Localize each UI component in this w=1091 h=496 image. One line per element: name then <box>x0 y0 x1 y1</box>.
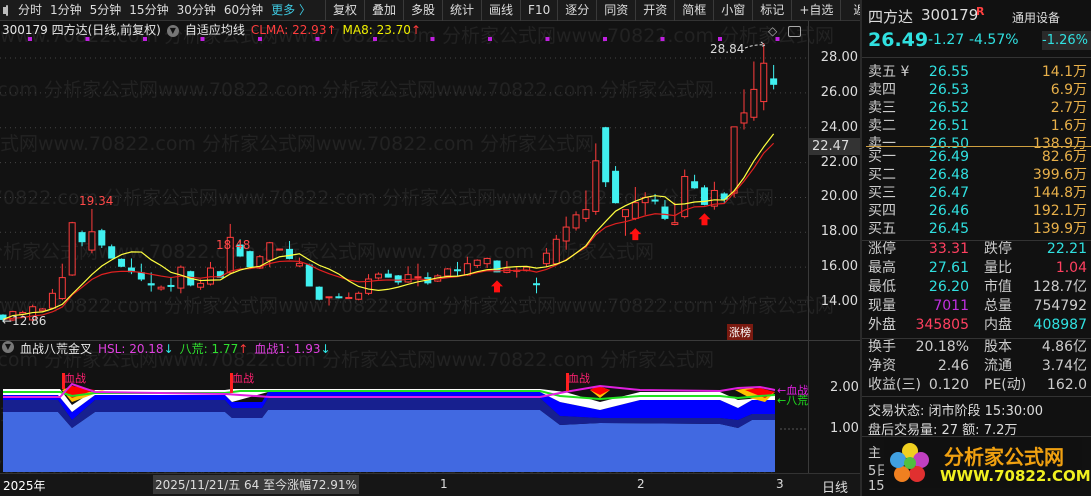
signal-label: 血战 <box>64 372 86 385</box>
indicator-tick: 2.00 <box>830 380 859 395</box>
stat-row: 现量 7011 总量 754792 <box>868 298 1087 314</box>
last-price: 26.49 <box>868 29 929 51</box>
cursor-date-info: 2025/11/21/五 64 至今涨幅72.91% <box>153 475 359 494</box>
stat-row: 收益(三) 0.120 PE(动) 162.0 <box>868 377 1087 393</box>
logo-title: 分析家公式网 <box>944 445 1064 469</box>
stat-row: 换手 20.18% 股本 4.86亿 <box>868 339 1087 355</box>
sector-name[interactable]: 通用设备 <box>1012 9 1060 26</box>
quote-panel: 四方达 300179 R 通用设备 26.49 -1.27 -4.57% -1.… <box>862 0 1091 496</box>
month-label: 3 <box>776 477 784 491</box>
stat-row: 最高 27.61 量比 1.04 <box>868 260 1087 276</box>
order-book-row: 买五 26.45 139.9万 <box>868 221 1087 237</box>
date-axis: 2025年 2025/11/21/五 64 至今涨幅72.91% 1 2 3 日… <box>0 473 860 496</box>
month-label: 1 <box>440 477 448 491</box>
logo-url: WWW.70822.COM <box>940 467 1091 485</box>
stock-code: 300179 <box>921 6 979 24</box>
trade-status: 交易状态: 闭市阶段 15:30:00 <box>868 404 1044 419</box>
order-book-row: 卖二 26.51 1.6万 <box>868 118 1087 134</box>
order-book-row: 买四 26.46 192.1万 <box>868 203 1087 219</box>
order-book-row: 买一 26.49 82.6万 <box>868 149 1087 165</box>
order-book-row: 卖五 ¥26.55 14.1万 <box>868 64 1087 80</box>
logo-watermark: 分析家公式网 WWW.70822.COM <box>884 438 1091 488</box>
sector-change: -1.26% <box>1042 31 1091 50</box>
price-change-pct: -4.57% <box>969 32 1019 48</box>
partial-row-label: 15 <box>868 479 885 494</box>
book-divider <box>866 146 1091 147</box>
month-label: 2 <box>637 477 645 491</box>
stock-name: 四方达 <box>868 8 914 26</box>
stat-row: 外盘 345805 内盘 408987 <box>868 317 1087 333</box>
partial-row-label: 主 <box>868 446 882 461</box>
stat-row: 净资 2.46 流通 3.74亿 <box>868 358 1087 374</box>
signal-label: 血战 <box>232 372 254 385</box>
axis-divider <box>808 21 809 473</box>
order-book-row: 买三 26.47 144.8万 <box>868 185 1087 201</box>
period-label[interactable]: 日线 <box>822 477 848 496</box>
order-book-row: 买二 26.48 399.6万 <box>868 167 1087 183</box>
price-change: -1.27 <box>928 32 965 48</box>
order-book-row: 卖四 26.53 6.9万 <box>868 82 1087 98</box>
stat-row: 最低 26.20 市值 128.7亿 <box>868 279 1087 295</box>
indicator-chart <box>3 373 808 472</box>
signal-label: 血战 <box>568 372 590 385</box>
order-book-row: 卖三 26.52 2.7万 <box>868 100 1087 116</box>
stat-row: 涨停 33.31 跌停 22.21 <box>868 241 1087 257</box>
year-label: 2025年 <box>3 479 46 493</box>
indicator-tick: 1.00 <box>830 421 859 436</box>
r-badge: R <box>976 5 985 18</box>
edge-label-bahuang: ←八荒 <box>777 394 809 407</box>
flower-logo-icon <box>890 443 929 482</box>
